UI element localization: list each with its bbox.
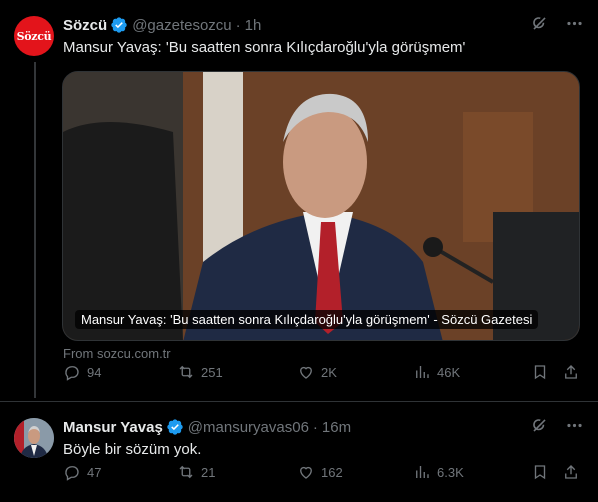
views-button[interactable]: 46K <box>413 363 460 381</box>
retweet-icon <box>179 465 193 479</box>
tweet-text: Böyle bir sözüm yok. <box>63 441 202 458</box>
retweet-icon <box>179 365 193 379</box>
author-name[interactable]: Mansur Yavaş <box>63 419 163 436</box>
retweet-button[interactable]: 251 <box>177 363 223 381</box>
bookmark-icon <box>534 465 546 480</box>
more-icon[interactable] <box>565 14 584 33</box>
tweet-sozcu[interactable]: Sözcü Sözcü @gazetesozcu · 1h Mansur Yav… <box>0 0 598 400</box>
handle[interactable]: @mansuryavas06 <box>188 419 309 436</box>
reply-icon <box>65 366 79 381</box>
link-card[interactable]: Mansur Yavaş: 'Bu saatten sonra Kılıçdar… <box>62 71 580 341</box>
verified-badge-icon <box>111 17 127 33</box>
handle[interactable]: @gazetesozcu <box>132 17 231 34</box>
card-caption: Mansur Yavaş: 'Bu saatten sonra Kılıçdar… <box>75 310 539 329</box>
share-button[interactable] <box>562 363 580 381</box>
like-button[interactable]: 162 <box>297 463 343 481</box>
tweet-mansur-yavas[interactable]: Mansur Yavaş @mansuryavas06 · 16m Böyle … <box>0 402 598 502</box>
bookmark-icon <box>534 365 546 380</box>
avatar-photo <box>14 418 54 458</box>
tweet-top-actions <box>530 416 584 435</box>
reply-count: 47 <box>87 464 102 480</box>
like-count: 2K <box>321 364 337 380</box>
card-photo <box>63 72 579 340</box>
timestamp[interactable]: 16m <box>322 419 351 436</box>
views-count: 6.3K <box>437 464 464 480</box>
reply-button[interactable]: 94 <box>63 363 101 381</box>
bookmark-button[interactable] <box>531 363 549 381</box>
verified-badge-icon <box>167 419 183 435</box>
separator: · <box>312 418 318 436</box>
views-count: 46K <box>437 364 461 380</box>
like-icon <box>300 366 312 379</box>
reply-icon <box>65 466 79 481</box>
retweet-count: 251 <box>201 364 223 380</box>
share-button[interactable] <box>562 463 580 481</box>
avatar[interactable] <box>14 418 54 458</box>
views-icon <box>416 366 429 378</box>
views-icon <box>416 466 429 478</box>
tweet-top-actions <box>530 14 584 33</box>
share-icon <box>565 465 577 479</box>
like-count: 162 <box>321 464 343 480</box>
grok-icon[interactable] <box>530 14 549 33</box>
tweet-text: Mansur Yavaş: 'Bu saatten sonra Kılıçdar… <box>63 39 466 56</box>
separator: · <box>235 16 241 34</box>
tweet-header: Sözcü @gazetesozcu · 1h <box>63 14 261 36</box>
tweet-header: Mansur Yavaş @mansuryavas06 · 16m <box>63 416 351 438</box>
card-source[interactable]: From sozcu.com.tr <box>63 346 171 361</box>
avatar-logo-text: Sözcü <box>16 29 52 43</box>
author-name[interactable]: Sözcü <box>63 17 107 34</box>
views-button[interactable]: 6.3K <box>413 463 464 481</box>
like-icon <box>300 466 312 479</box>
more-icon[interactable] <box>565 416 584 435</box>
avatar[interactable]: Sözcü <box>14 16 54 56</box>
bookmark-button[interactable] <box>531 463 549 481</box>
reply-button[interactable]: 47 <box>63 463 101 481</box>
share-icon <box>565 365 577 379</box>
retweet-count: 21 <box>201 464 216 480</box>
like-button[interactable]: 2K <box>297 363 337 381</box>
timestamp[interactable]: 1h <box>245 17 262 34</box>
reply-count: 94 <box>87 364 102 380</box>
grok-icon[interactable] <box>530 416 549 435</box>
retweet-button[interactable]: 21 <box>177 463 215 481</box>
